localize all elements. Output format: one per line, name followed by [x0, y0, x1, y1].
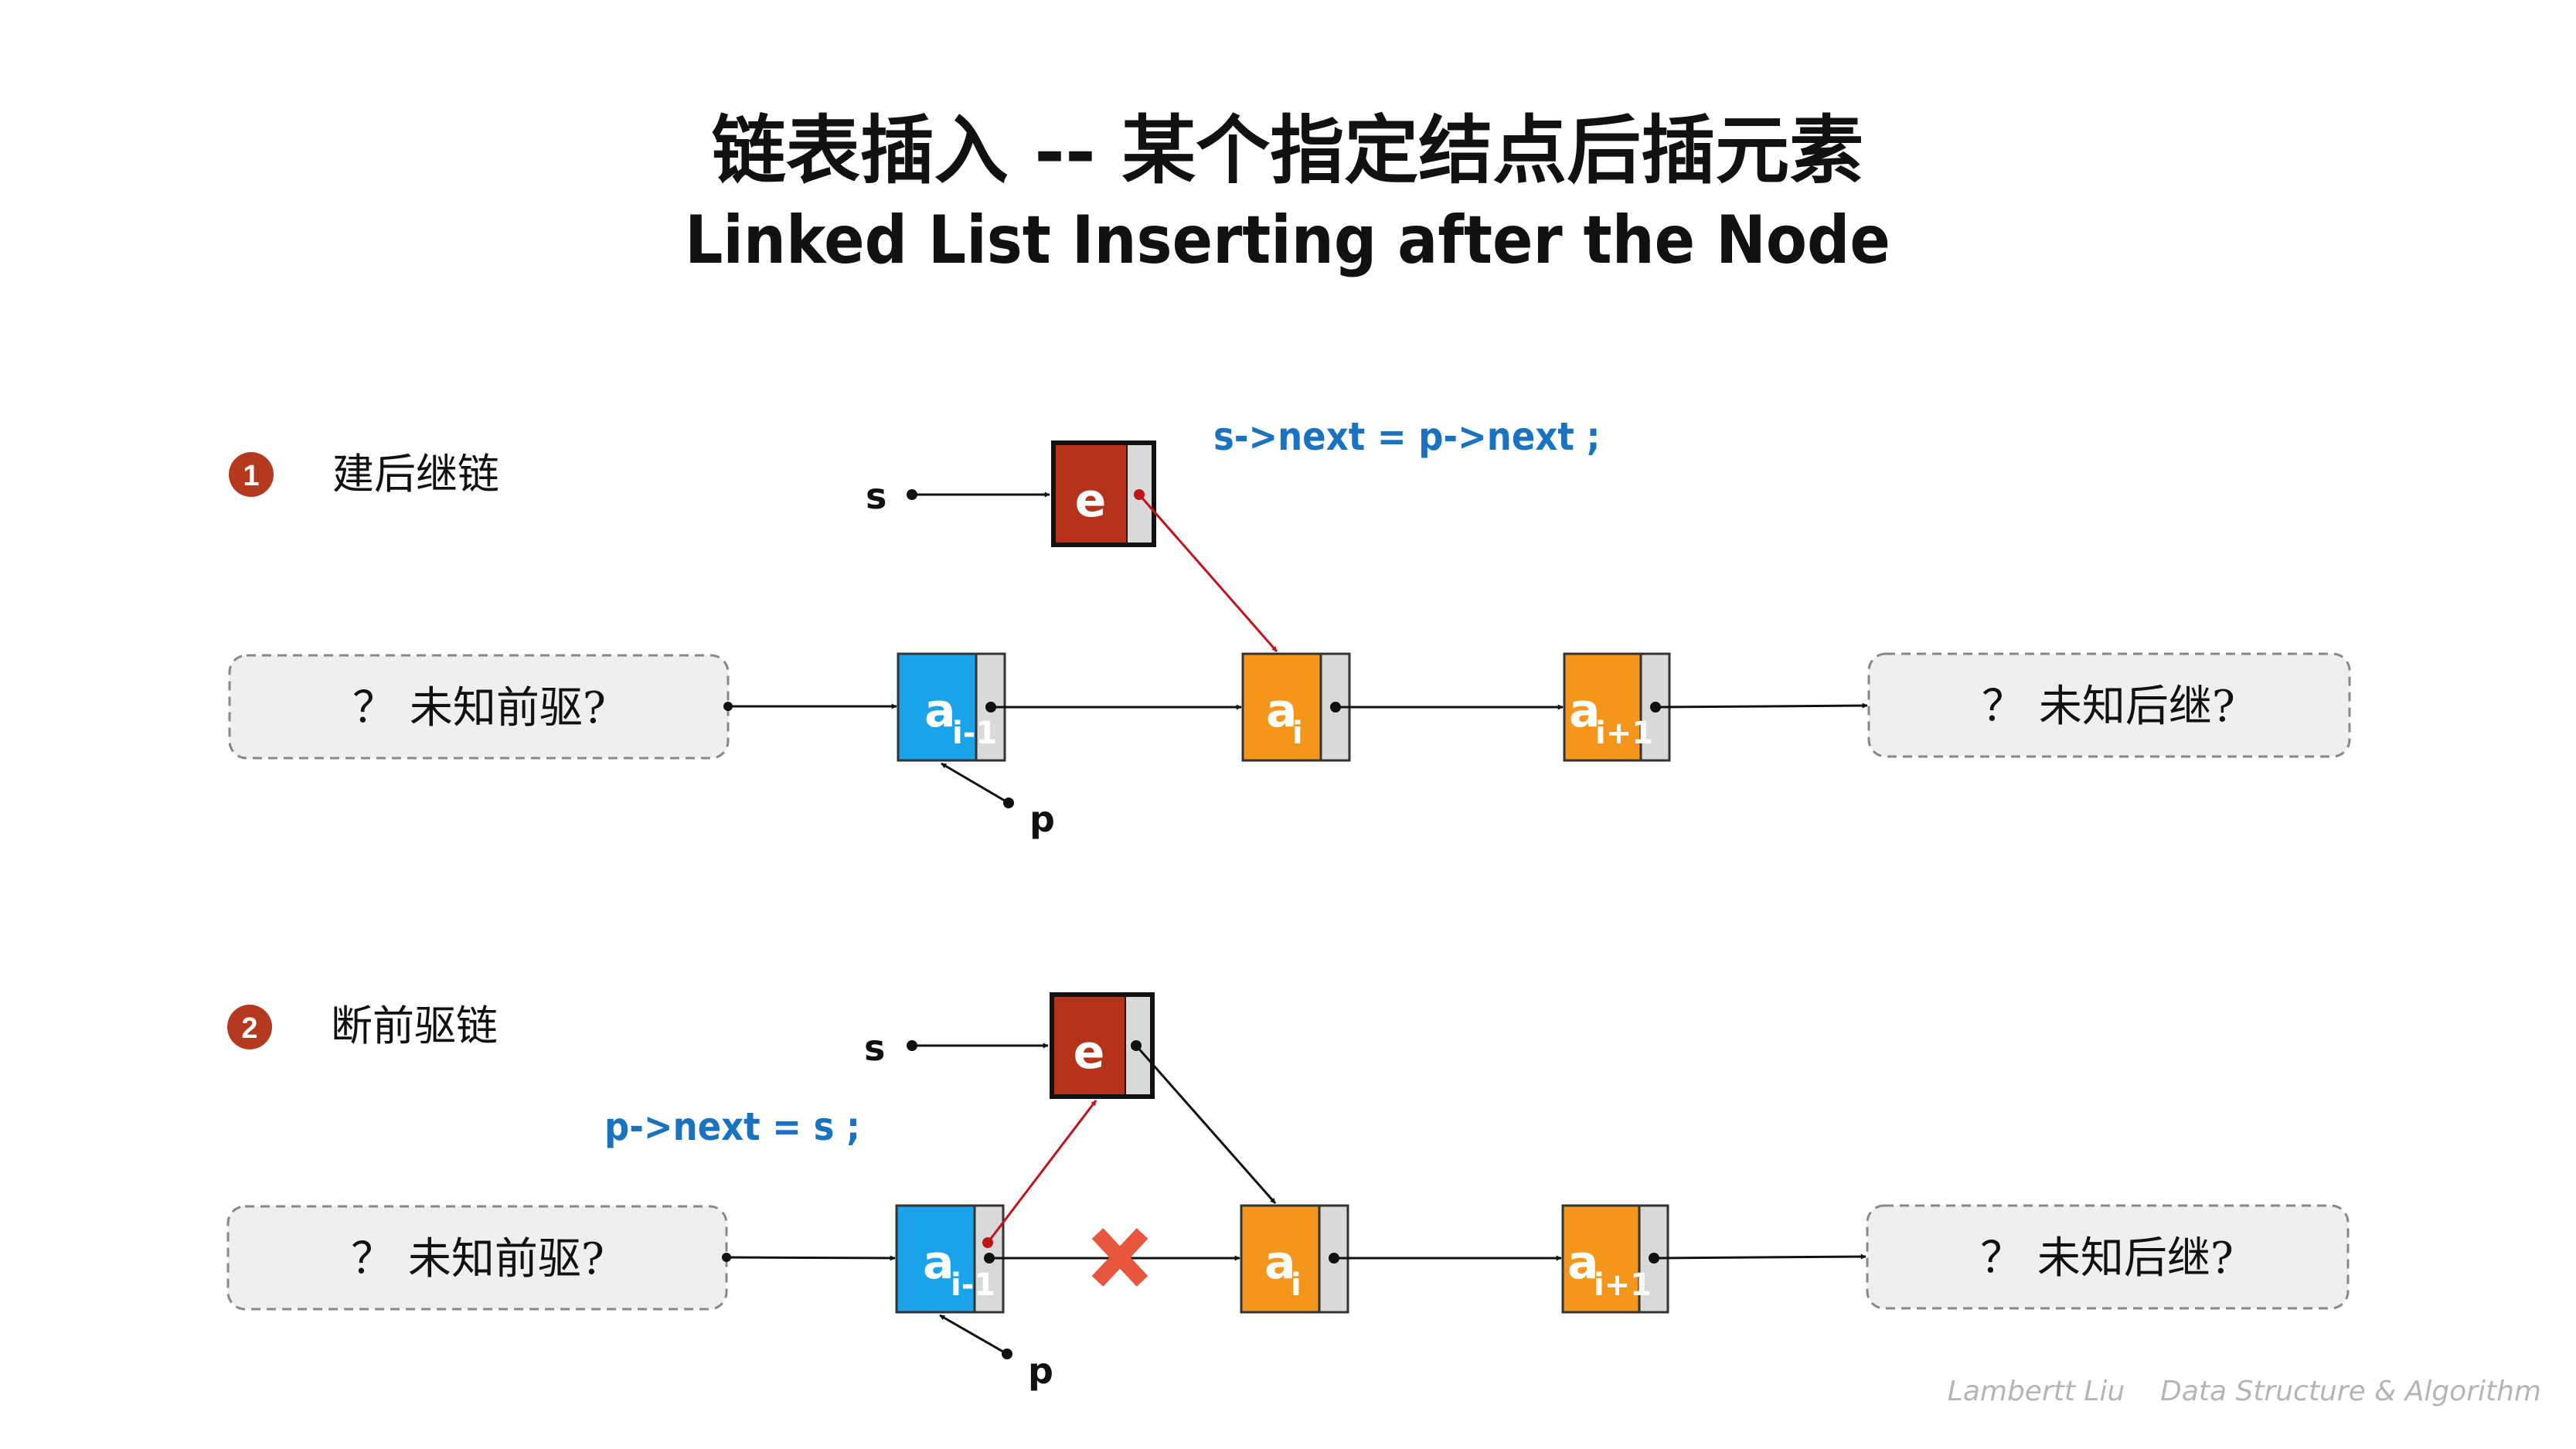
linked-list-insert-diagram: 链表插入 -- 某个指定结点后插元素 Linked List Inserting…: [226, 107, 2541, 1407]
step-2-number: 2: [241, 1012, 257, 1045]
step-2-node-ai1-sub: i+1: [1594, 1267, 1652, 1303]
footer-credit: Lambertt Liu Data Structure & Algorithm: [1948, 1376, 2541, 1407]
step-2-node-ai-1-sub: i-1: [951, 1267, 995, 1303]
title-chinese: 链表插入 -- 某个指定结点后插元素: [712, 107, 1864, 194]
step-2-node-ai-sub: i: [1291, 1267, 1302, 1303]
step-2-link-ai-1-to-new: [986, 1100, 1097, 1243]
title-english: Linked List Inserting after the Node: [685, 202, 1890, 279]
step-1-right-arrow: [1655, 702, 1868, 709]
step-2-new-link-arrow: [1135, 1045, 1277, 1204]
step-2-right-arrow: [1653, 1253, 1866, 1260]
step-2-pointer-s-label: s: [864, 1027, 885, 1069]
step-1-node-ai1-sub: i+1: [1595, 716, 1653, 751]
step-2-new-node-label: e: [1074, 1026, 1105, 1080]
step-1-code: s->next = p->next ;: [1213, 414, 1601, 459]
step-1-pointer-p-label: p: [1029, 798, 1055, 840]
step-2-pointer-p-arrow: [939, 1314, 1008, 1355]
step-2-pointer-p-label: p: [1028, 1350, 1053, 1392]
step-2-unknown-predecessor-label: ？ 未知前驱?: [351, 1234, 604, 1284]
step-2-unknown-successor-label: ？ 未知后继?: [1980, 1233, 2234, 1284]
step-2-group: 2 断前驱链 p->next = s ; s e ？ 未知前驱? a i-1 a…: [226, 992, 2350, 1392]
step-1-node-ai-sub: i: [1292, 716, 1303, 751]
step-1-new-link-arrow: [1138, 494, 1278, 652]
step-2-left-arrow: [726, 1255, 896, 1261]
step-1-node-ai-1-sub: i-1: [952, 716, 997, 751]
step-1-group: 1 建后继链 s->next = p->next ; s e ？ 未知前驱? a…: [228, 414, 2351, 840]
step-1-unknown-successor-label: ？ 未知后继?: [1982, 682, 2235, 732]
step-2-code: p->next = s ;: [604, 1104, 860, 1149]
step-1-label: 建后继链: [332, 450, 499, 498]
step-1-new-node-label: e: [1075, 474, 1107, 528]
step-1-number: 1: [243, 460, 259, 492]
step-2-label: 断前驱链: [331, 1002, 498, 1050]
step-1-pointer-s-label: s: [866, 475, 886, 517]
step-1-unknown-predecessor-label: ？ 未知前驱?: [352, 683, 606, 733]
step-1-node-ai-1-main: a: [924, 684, 956, 738]
step-2-node-ai-1-main: a: [923, 1236, 955, 1290]
step-1-pointer-p-arrow: [941, 762, 1009, 804]
